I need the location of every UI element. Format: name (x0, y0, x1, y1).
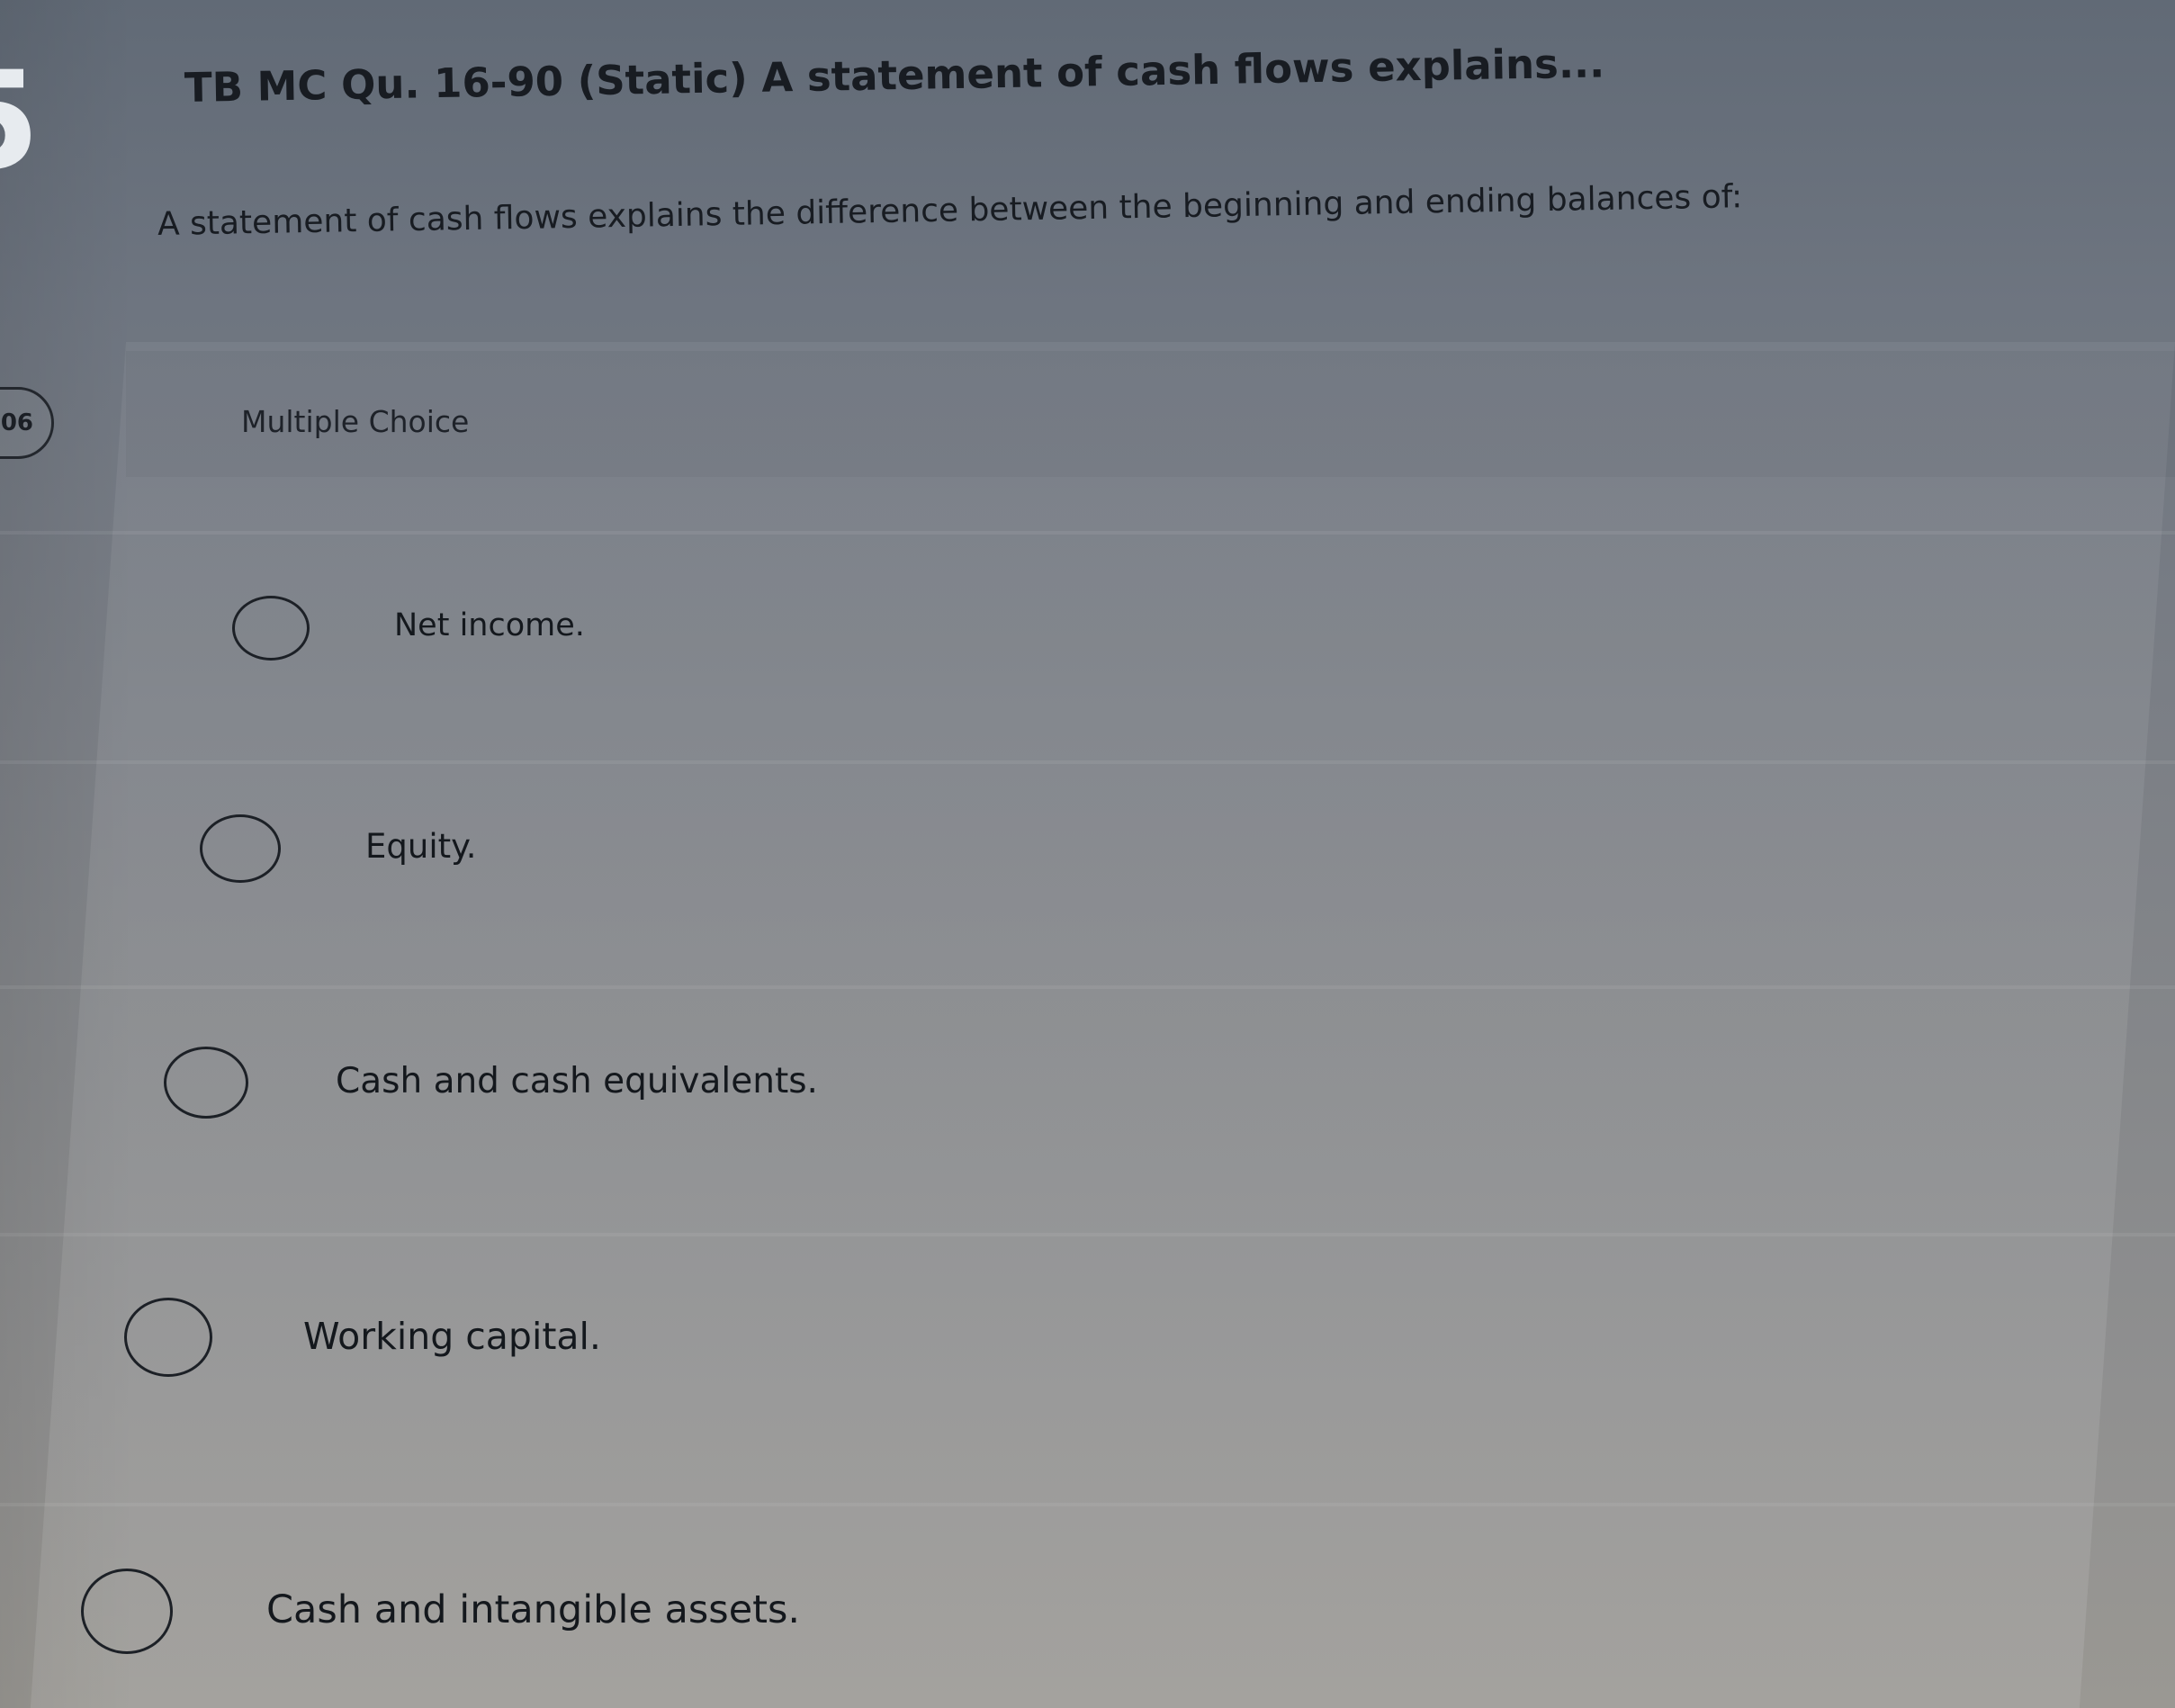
radio-button-unchecked-icon[interactable] (232, 596, 310, 661)
choice-option[interactable]: Cash and cash equivalents. (164, 1047, 1694, 1146)
choice-label: Working capital. (303, 1315, 601, 1358)
question-number: 5 (0, 54, 40, 189)
choice-label: Cash and intangible assets. (266, 1587, 801, 1632)
divider (0, 1233, 2175, 1236)
divider (0, 531, 2175, 535)
radio-button-unchecked-icon[interactable] (81, 1569, 173, 1654)
choice-option[interactable]: Working capital. (124, 1298, 1654, 1397)
choice-label: Cash and cash equivalents. (336, 1061, 818, 1101)
question-prompt: A statement of cash flows explains the d… (157, 178, 1743, 243)
score-badge-text: 06 (0, 409, 33, 436)
choice-label: Equity. (365, 827, 477, 866)
divider (0, 760, 2175, 764)
radio-button-unchecked-icon[interactable] (124, 1298, 212, 1377)
answer-type-label: Multiple Choice (241, 404, 470, 439)
choice-option[interactable]: Net income. (232, 596, 1762, 695)
radio-button-unchecked-icon[interactable] (164, 1047, 248, 1119)
choice-label: Net income. (394, 607, 585, 643)
choice-option[interactable]: Equity. (200, 814, 1730, 913)
divider (0, 985, 2175, 989)
question-title: TB MC Qu. 16-90 (Static) A statement of … (184, 39, 1605, 112)
choice-option[interactable]: Cash and intangible assets. (81, 1569, 1611, 1668)
radio-button-unchecked-icon[interactable] (200, 814, 281, 883)
divider (0, 1503, 2175, 1506)
